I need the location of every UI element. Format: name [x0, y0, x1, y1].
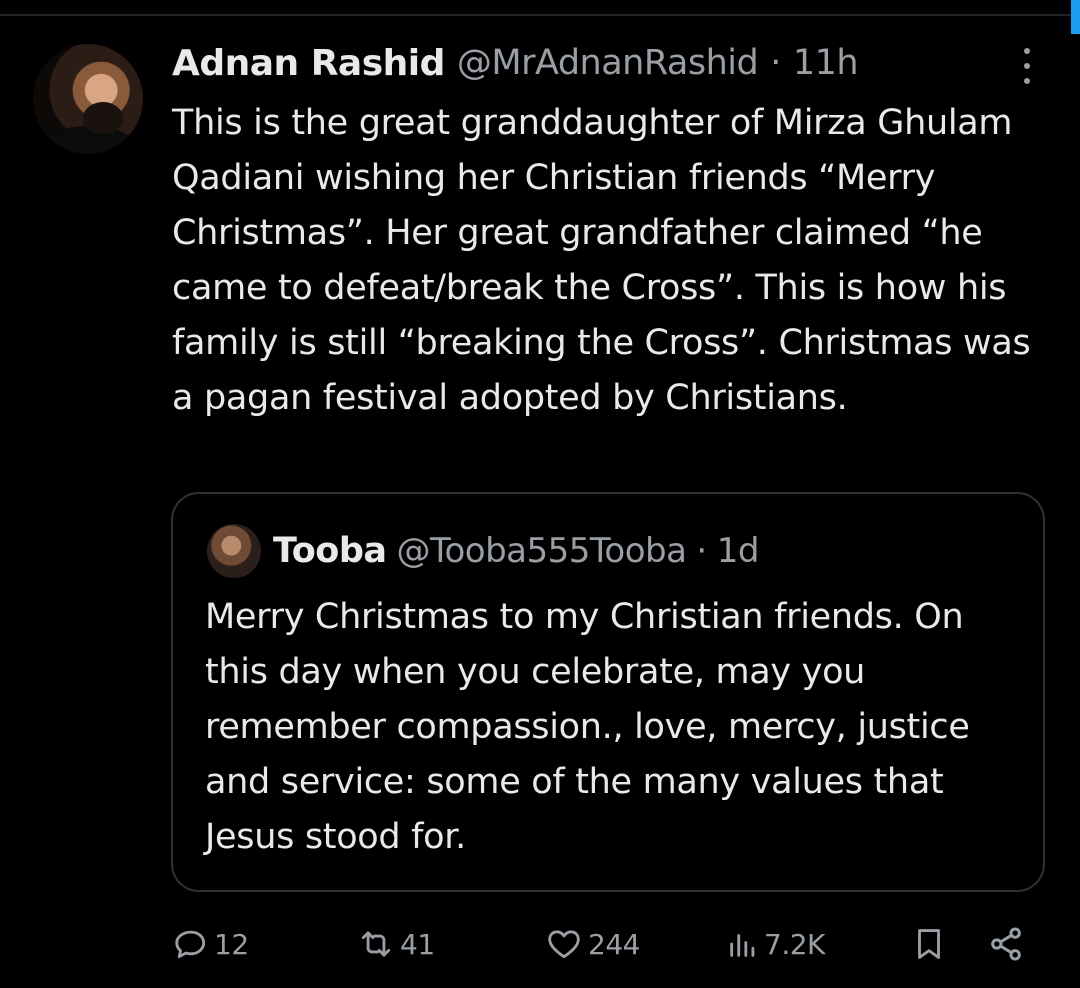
views-button[interactable]: 7.2K: [726, 916, 825, 972]
share-icon: [991, 927, 1021, 961]
quoted-tweet-header: Tooba @Tooba555Tooba · 1d: [273, 526, 759, 576]
repost-icon: [361, 931, 391, 957]
share-button[interactable]: [986, 916, 1026, 972]
like-count: 244: [588, 927, 640, 961]
tweet-header: Adnan Rashid @MrAdnanRashid · 11h: [172, 38, 859, 88]
tweet-text: This is the great granddaughter of Mirza…: [172, 103, 1031, 418]
tweet-timestamp[interactable]: 11h: [793, 43, 859, 83]
views-count: 7.2K: [764, 927, 825, 961]
repost-count: 41: [400, 927, 435, 961]
bookmark-icon: [918, 929, 940, 959]
views-icon: [730, 934, 755, 957]
top-divider: [0, 14, 1080, 16]
avatar-beard: [83, 102, 123, 134]
quoted-tweet-timestamp[interactable]: 1d: [717, 531, 760, 571]
reply-count: 12: [214, 927, 249, 961]
quoted-author-name[interactable]: Tooba: [273, 531, 387, 571]
author-handle[interactable]: @MrAdnanRashid: [457, 43, 759, 83]
author-avatar[interactable]: [33, 44, 143, 154]
reply-icon: [175, 930, 206, 959]
quoted-header-separator: ·: [696, 531, 707, 571]
tweet-action-bar: 12 41 244 7.2K: [172, 916, 1032, 972]
header-separator: ·: [770, 43, 781, 83]
quoted-tweet-card[interactable]: Tooba @Tooba555Tooba · 1d Merry Christma…: [171, 492, 1045, 892]
scroll-indicator: [1071, 0, 1080, 34]
repost-button[interactable]: 41: [356, 916, 435, 972]
like-button[interactable]: 244: [544, 916, 640, 972]
more-vertical-icon: [1024, 63, 1030, 69]
more-vertical-icon: [1024, 48, 1030, 54]
quoted-author-avatar[interactable]: [207, 524, 261, 578]
heart-icon: [548, 930, 580, 959]
more-options-button[interactable]: [1016, 48, 1038, 84]
bookmark-button[interactable]: [910, 916, 948, 972]
author-display-name[interactable]: Adnan Rashid: [172, 43, 445, 84]
quoted-tweet-text: Merry Christmas to my Christian friends.…: [205, 597, 970, 857]
more-vertical-icon: [1024, 78, 1030, 84]
reply-button[interactable]: 12: [172, 916, 249, 972]
quoted-author-handle[interactable]: @Tooba555Tooba: [397, 531, 687, 571]
